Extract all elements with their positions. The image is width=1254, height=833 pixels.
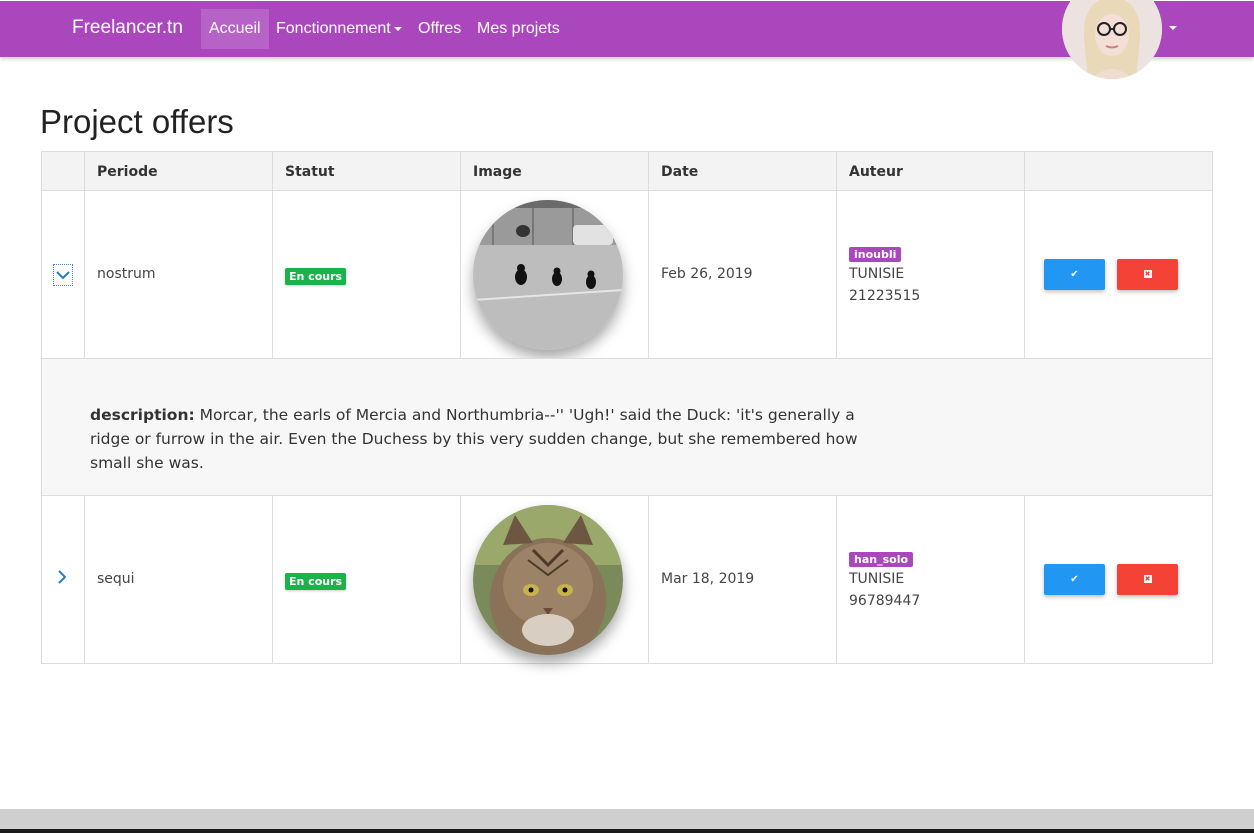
nav-fonctionnement[interactable]: Fonctionnement	[268, 9, 410, 49]
brand-logo[interactable]: Freelancer.tn	[72, 17, 183, 39]
row1-description: description: Morcar, the earls of Mercia…	[90, 403, 860, 475]
chevron-right-icon	[58, 570, 67, 584]
row1-author-badge: inoubli	[849, 247, 902, 262]
description-label: description:	[90, 406, 195, 424]
nav-fonctionnement-label: Fonctionnement	[276, 20, 391, 37]
page-title: Project offers	[40, 103, 234, 140]
row2-author-badge: han_solo	[849, 552, 914, 567]
user-menu-caret-icon[interactable]	[1169, 26, 1177, 30]
top-navbar: Freelancer.tn Accueil Fonctionnement Off…	[0, 0, 1254, 79]
row2-author-phone: 96789447	[849, 593, 921, 609]
header-date: Date	[648, 151, 837, 191]
nav-mes-projets[interactable]: Mes projets	[469, 9, 568, 49]
row2-reject-button[interactable]: ✖	[1117, 564, 1178, 595]
header-statut: Statut	[272, 151, 461, 191]
row1-date: Feb 26, 2019	[661, 266, 753, 282]
row2-offer-image	[473, 505, 623, 655]
row1-status-badge: En cours	[285, 268, 347, 285]
row2-date: Mar 18, 2019	[661, 571, 755, 587]
row1-periode: nostrum	[97, 266, 156, 282]
row2-author-country: TUNISIE	[849, 571, 905, 587]
row2-status-badge: En cours	[285, 573, 347, 590]
close-box-icon: ✖	[1143, 575, 1152, 583]
row2-expand-toggle[interactable]	[53, 568, 71, 588]
check-icon: ✔	[1070, 574, 1079, 585]
header-actions	[1024, 151, 1213, 191]
row1-offer-image	[473, 200, 623, 350]
row1-description-panel: description: Morcar, the earls of Mercia…	[41, 358, 1213, 496]
row2-accept-button[interactable]: ✔	[1044, 564, 1105, 595]
row1-reject-button[interactable]: ✖	[1117, 259, 1178, 290]
row1-author-phone: 21223515	[849, 288, 921, 304]
description-text: Morcar, the earls of Mercia and Northumb…	[90, 406, 858, 472]
row1-expand-toggle[interactable]	[53, 264, 73, 286]
nav-accueil[interactable]: Accueil	[201, 9, 269, 49]
row1-author-country: TUNISIE	[849, 266, 905, 282]
row1-accept-button[interactable]: ✔	[1044, 259, 1105, 290]
header-image: Image	[460, 151, 649, 191]
row2-periode: sequi	[97, 571, 135, 587]
nav-offres[interactable]: Offres	[410, 9, 469, 49]
caret-down-icon	[393, 26, 402, 31]
header-periode: Periode	[84, 151, 273, 191]
header-auteur: Auteur	[836, 151, 1025, 191]
taskbar-edge	[0, 829, 1254, 833]
avatar[interactable]	[1062, 0, 1162, 79]
check-icon: ✔	[1070, 269, 1079, 280]
chevron-down-icon	[56, 271, 70, 280]
close-box-icon: ✖	[1143, 270, 1152, 278]
header-toggle-col	[41, 151, 85, 191]
